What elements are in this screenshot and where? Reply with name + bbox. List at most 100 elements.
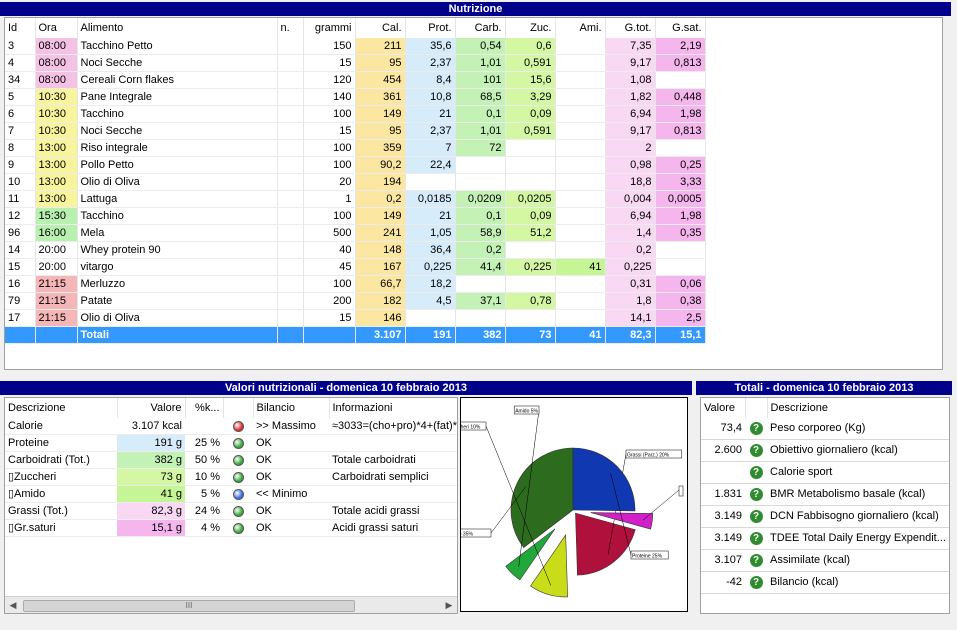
help-icon[interactable]: ?: [749, 421, 763, 435]
table-row[interactable]: 17 21:15 Olio di Oliva 15 146 14,1 2,5: [5, 309, 706, 327]
cell-id: 15: [5, 258, 36, 276]
table-row[interactable]: Carboidrati (Tot.) 382 g 50 % OK Totale carb…: [5, 451, 457, 469]
nutrizione-grid[interactable]: Id Ora Alimento n. grammi Cal. Prot. Carb. Zuc. A…: [4, 17, 943, 370]
cell-gsat: 3,33: [655, 173, 706, 191]
table-row[interactable]: 5 10:30 Pane Integrale 140 361 10,8 68,5 3,29 1,…: [5, 88, 706, 106]
cell-gtot: 0,98: [605, 156, 656, 174]
cell-n: [277, 224, 304, 242]
table-row[interactable]: 14 20:00 Whey protein 90 40 148 36,4 0,2 0,2: [5, 241, 706, 259]
table-row[interactable]: 10 13:00 Olio di Oliva 20 194 18,8 3,33: [5, 173, 706, 191]
cell-cal: 95: [355, 54, 406, 72]
table-row[interactable]: 3.149? DCN Fabbisogno giornaliero (kcal): [701, 505, 949, 528]
table-row[interactable]: 9 13:00 Pollo Petto 100 90,2 22,4 0,98 0,25: [5, 156, 706, 174]
help-icon[interactable]: ?: [749, 531, 763, 545]
totali-grid[interactable]: Valore Descrizione 73,4? Peso corporeo (Kg…: [700, 397, 950, 614]
table-row[interactable]: 2.600? Obiettivo giornaliero (kcal): [701, 439, 949, 462]
table-row[interactable]: ▯Zuccheri 73 g 10 % OK Carboidrati semplici: [5, 468, 457, 486]
nutrizione-column-header[interactable]: Cal.: [355, 18, 406, 38]
totali-desc: Calorie sport: [767, 461, 949, 484]
cell-id: 11: [5, 190, 36, 208]
cell-prot: 1,05: [405, 224, 456, 242]
table-row[interactable]: ▯Gr.saturi 15,1 g4 % OK Acidi grassi saturi: [5, 519, 457, 537]
cell-ami: [555, 224, 606, 242]
nutrizione-column-header[interactable]: Id: [5, 18, 36, 38]
nutrizione-column-header[interactable]: grammi: [303, 18, 356, 38]
table-row[interactable]: 8 13:00 Riso integrale 100 359 7 72 2: [5, 139, 706, 157]
table-row[interactable]: 79 21:15 Patate 200 182 4,5 37,1 0,78 1,8 0,38: [5, 292, 706, 310]
valori-desc: Grassi (Tot.): [5, 502, 117, 520]
valori-column-header[interactable]: [223, 398, 254, 418]
table-row[interactable]: 3 08:00 Tacchino Petto 150 211 35,6 0,54 0,6 7,3…: [5, 38, 706, 55]
help-icon[interactable]: ?: [749, 443, 763, 457]
valori-table: Descrizione Valore %k... Bilancio Informazio…: [5, 398, 457, 537]
help-icon[interactable]: ?: [749, 509, 763, 523]
table-row[interactable]: ? Calorie sport: [701, 461, 949, 484]
scroll-thumb[interactable]: III: [23, 600, 355, 612]
totali-column-header[interactable]: [745, 398, 768, 418]
valori-column-header[interactable]: Valore: [117, 398, 186, 418]
status-green-icon: [232, 505, 244, 517]
nutrizione-column-header[interactable]: Ami.: [555, 18, 606, 38]
nutrizione-column-header[interactable]: G.sat.: [655, 18, 706, 38]
nutrizione-column-header[interactable]: Zuc.: [505, 18, 556, 38]
table-row[interactable]: 11 13:00 Lattuga 1 0,2 0,0185 0,0209 0,0205 0,00…: [5, 190, 706, 208]
table-row[interactable]: 4 08:00 Noci Secche 15 95 2,37 1,01 0,591 9,17 0,…: [5, 54, 706, 72]
cell-grammi: 120: [303, 71, 356, 89]
table-row[interactable]: 12 15:30 Tacchino 100 149 21 0,1 0,09 6,94 1,98: [5, 207, 706, 225]
table-row[interactable]: 3.149? TDEE Total Daily Energy Expendit..…: [701, 527, 949, 550]
table-row[interactable]: 1.831? BMR Metabolismo basale (kcal): [701, 483, 949, 506]
help-icon[interactable]: ?: [749, 553, 763, 567]
table-row[interactable]: 73,4? Peso corporeo (Kg): [701, 418, 949, 440]
cell-cal: 167: [355, 258, 406, 276]
valori-column-header[interactable]: Descrizione: [5, 398, 118, 418]
valori-grid[interactable]: Descrizione Valore %k... Bilancio Informazio…: [4, 397, 458, 614]
cell-grammi: 15: [303, 54, 356, 72]
table-row[interactable]: Grassi (Tot.) 82,3 g 24 % OK Totale acidi gr…: [5, 502, 457, 520]
nutrizione-column-header[interactable]: G.tot.: [605, 18, 656, 38]
table-row[interactable]: 7 10:30 Noci Secche 15 95 2,37 1,01 0,591 9,17 0,…: [5, 122, 706, 140]
cell-alimento: Olio di Oliva: [77, 173, 278, 191]
cell-cal: 211: [355, 38, 406, 55]
nutrizione-column-header[interactable]: Prot.: [405, 18, 456, 38]
nutrizione-column-header[interactable]: Alimento: [77, 18, 278, 38]
valori-status: [223, 468, 253, 486]
valori-desc: ▯Amido: [5, 485, 117, 503]
totals-row: Totali 3.107 191 382 73 41 82,3 15,1: [5, 326, 706, 344]
help-icon[interactable]: ?: [749, 575, 763, 589]
valori-column-header[interactable]: %k...: [185, 398, 224, 418]
totali-icon-cell: ?: [745, 549, 767, 572]
totali-column-header[interactable]: Valore: [701, 398, 746, 418]
table-row[interactable]: 96 16:00 Mela 500 241 1,05 58,9 51,2 1,4 0,35: [5, 224, 706, 242]
cell-gtot: 6,94: [605, 207, 656, 225]
valori-horizontal-scrollbar[interactable]: ◀ III ▶: [5, 596, 457, 613]
table-row[interactable]: 3.107? Assimilate (kcal): [701, 549, 949, 572]
totali-value: -42: [701, 571, 745, 594]
pie-label-text: Grassi (Parz.) 20%: [627, 453, 670, 459]
table-row[interactable]: 16 21:15 Merluzzo 100 66,7 18,2 0,31 0,06: [5, 275, 706, 293]
scroll-left-icon[interactable]: ◀: [5, 597, 21, 613]
cell-gtot: 9,17: [605, 54, 656, 72]
help-icon[interactable]: ?: [749, 465, 763, 479]
valori-desc: ▯Gr.saturi: [5, 519, 117, 537]
cell-gtot: 1,08: [605, 71, 656, 89]
help-icon[interactable]: ?: [749, 487, 763, 501]
table-row[interactable]: Proteine 191 g 25 % OK: [5, 434, 457, 452]
nutrizione-column-header[interactable]: Carb.: [455, 18, 506, 38]
table-row[interactable]: 34 08:00 Cereali Corn flakes 120 454 8,4 101 15…: [5, 71, 706, 89]
nutrizione-column-header[interactable]: n.: [277, 18, 304, 38]
scroll-right-icon[interactable]: ▶: [441, 597, 457, 613]
nutrizione-column-header[interactable]: Ora: [35, 18, 78, 38]
table-row[interactable]: Calorie 3.107 kcal >> Massimo ≈3033=(cho+pr…: [5, 418, 457, 435]
valori-status: [223, 502, 253, 520]
valori-column-header[interactable]: Bilancio: [253, 398, 330, 418]
valori-column-header[interactable]: Informazioni: [329, 398, 457, 418]
table-row[interactable]: -42? Bilancio (kcal): [701, 571, 949, 594]
status-green-icon: [232, 454, 244, 466]
table-row[interactable]: ▯Amido 41 g5 % << Minimo: [5, 485, 457, 503]
table-row[interactable]: 15 20:00 vitargo 45 167 0,225 41,4 0,225 41 0,225: [5, 258, 706, 276]
cell-gsat: 2,5: [655, 309, 706, 327]
table-row[interactable]: 6 10:30 Tacchino 100 149 21 0,1 0,09 6,94 1,98: [5, 105, 706, 123]
totali-column-header[interactable]: Descrizione: [767, 398, 949, 418]
valori-info: Totale acidi grassi: [329, 502, 457, 520]
cell-id: 96: [5, 224, 36, 242]
